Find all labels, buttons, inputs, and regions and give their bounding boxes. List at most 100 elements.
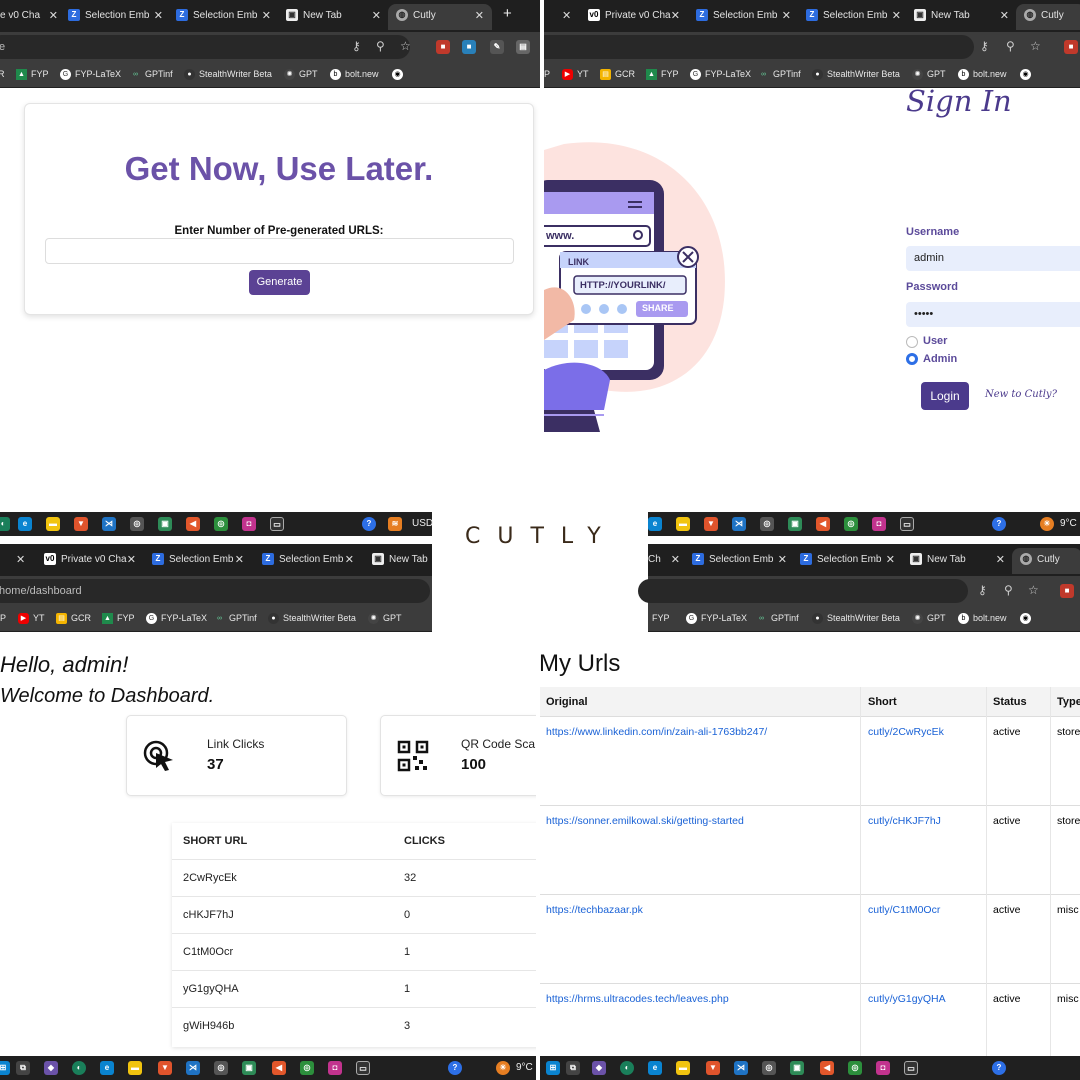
close-icon[interactable]: ✕ (262, 4, 271, 28)
short-url-link[interactable]: cutly/C1tM0Ocr (868, 904, 940, 916)
original-url-link[interactable]: https://www.linkedin.com/in/zain-ali-176… (546, 726, 767, 738)
bookmark[interactable]: ▤ GCR (56, 612, 91, 625)
bookmark[interactable]: ✺ GPT (912, 68, 946, 81)
brave-icon[interactable]: ▼ (706, 1061, 720, 1075)
edge-icon[interactable]: e (18, 517, 32, 531)
close-icon[interactable]: ✕ (127, 548, 136, 572)
extension-icon[interactable]: ■ (1060, 584, 1074, 598)
file-explorer-icon[interactable]: ▬ (128, 1061, 142, 1075)
app-icon[interactable]: ◀ (816, 517, 830, 531)
star-icon[interactable]: ☆ (400, 40, 411, 52)
browser-tab[interactable]: ▣ New Tab ✕ (286, 4, 381, 30)
vscode-icon[interactable]: ⋊ (102, 517, 116, 531)
file-explorer-icon[interactable]: ▬ (676, 1061, 690, 1075)
bookmark[interactable]: b bolt.new (330, 68, 379, 81)
star-icon[interactable]: ☆ (1028, 584, 1039, 596)
app-icon[interactable]: ◆ (592, 1061, 606, 1075)
username-input[interactable]: admin (906, 246, 1080, 271)
table-row[interactable]: gWiH946b 3 (172, 1007, 536, 1044)
chrome-icon[interactable]: ◎ (214, 517, 228, 531)
chrome-icon[interactable]: ◎ (760, 517, 774, 531)
url-field[interactable] (544, 35, 974, 59)
browser-tab[interactable]: Z Selection Emb ✕ (800, 548, 895, 574)
bookmark[interactable]: ✺ GPT (284, 68, 318, 81)
password-input[interactable]: ••••• (906, 302, 1080, 327)
close-icon[interactable]: ✕ (345, 548, 354, 572)
browser-tab[interactable]: ▣ New Tab ✕ (914, 4, 1009, 30)
browser-tab-active[interactable]: ◍ Cutly ✕ (388, 4, 492, 30)
zoom-icon[interactable]: ⚲ (1004, 584, 1013, 596)
app-icon[interactable]: ▣ (158, 517, 172, 531)
browser-tab[interactable]: Z Selection Emb ✕ (806, 4, 901, 30)
browser-tab[interactable]: v0 Private v0 Cha ✕ (44, 548, 136, 574)
app-icon[interactable]: ◀ (272, 1061, 286, 1075)
app-icon[interactable]: ◀ (820, 1061, 834, 1075)
browser-tab[interactable]: Z Selection Emb ✕ (176, 4, 271, 30)
vscode-icon[interactable]: ⋊ (732, 517, 746, 531)
app-icon[interactable]: ▣ (242, 1061, 256, 1075)
instagram-icon[interactable]: ◘ (242, 517, 256, 531)
generate-button[interactable]: Generate (249, 270, 310, 295)
chrome-icon[interactable]: ◎ (848, 1061, 862, 1075)
chrome-icon[interactable]: ◎ (762, 1061, 776, 1075)
instagram-icon[interactable]: ◘ (876, 1061, 890, 1075)
vscode-icon[interactable]: ⋊ (186, 1061, 200, 1075)
browser-tab-active[interactable]: ◍ Cutly (1012, 548, 1080, 574)
extensions-puzzle-icon[interactable]: ✎ (490, 40, 504, 54)
close-icon[interactable]: ✕ (1000, 4, 1009, 28)
help-icon[interactable]: ? (992, 517, 1006, 531)
help-icon[interactable]: ? (992, 1061, 1006, 1075)
edge-icon[interactable]: e (100, 1061, 114, 1075)
bookmark[interactable]: ∞ GPTinf (756, 612, 799, 624)
short-url-link[interactable]: cutly/yG1gyQHA (868, 993, 946, 1005)
login-button[interactable]: Login (921, 382, 969, 410)
browser-tab[interactable]: v0 Private v0 Cha ✕ (588, 4, 680, 30)
edge-icon[interactable]: e (648, 1061, 662, 1075)
terminal-icon[interactable]: ▭ (356, 1061, 370, 1075)
bookmark[interactable]: ● StealthWriter Beta (812, 68, 900, 81)
short-url-link[interactable]: cutly/2CwRycEk (868, 726, 944, 738)
github-icon[interactable]: ◉ (1020, 68, 1035, 81)
github-icon[interactable]: ◉ (392, 68, 407, 81)
app-icon[interactable]: ◀ (186, 517, 200, 531)
close-icon[interactable]: ✕ (475, 4, 484, 28)
instagram-icon[interactable]: ◘ (872, 517, 886, 531)
bookmark[interactable]: b bolt.new (958, 68, 1007, 81)
help-icon[interactable]: ? (362, 517, 376, 531)
bookmark[interactable]: ● StealthWriter Beta (268, 612, 356, 625)
file-explorer-icon[interactable]: ▬ (676, 517, 690, 531)
bookmark[interactable]: P (544, 68, 550, 80)
chrome-icon[interactable]: ◎ (844, 517, 858, 531)
extension-icon[interactable]: ■ (1064, 40, 1078, 54)
whatsapp-icon[interactable]: ◐ (0, 517, 10, 531)
close-icon[interactable]: ✕ (778, 548, 787, 572)
bookmark[interactable]: ✺ GPT (912, 612, 946, 625)
bookmark[interactable]: ∞ GPTinf (130, 68, 173, 80)
close-icon[interactable]: ✕ (372, 4, 381, 28)
bookmark[interactable]: ▲ FYP (102, 612, 135, 625)
terminal-icon[interactable]: ▭ (270, 517, 284, 531)
close-icon[interactable]: ✕ (782, 4, 791, 28)
browser-tab-active[interactable]: ◍ Cutly (1016, 4, 1080, 30)
url-field[interactable] (638, 579, 968, 603)
browser-tab[interactable]: Z Selection Emb ✕ (152, 548, 244, 574)
file-explorer-icon[interactable]: ▬ (46, 517, 60, 531)
bookmark[interactable]: ▶ YT (562, 68, 589, 81)
bookmark[interactable]: P (0, 612, 6, 624)
browser-tab[interactable]: ✕ (544, 4, 572, 30)
chrome-icon[interactable]: ◎ (300, 1061, 314, 1075)
bookmark[interactable]: ▤ GCR (600, 68, 635, 81)
close-icon[interactable]: ✕ (154, 4, 163, 28)
original-url-link[interactable]: https://sonner.emilkowal.ski/getting-sta… (546, 815, 744, 827)
table-row[interactable]: 2CwRycEk 32 (172, 859, 536, 896)
star-icon[interactable]: ☆ (1030, 40, 1041, 52)
new-tab-plus-icon[interactable]: + (503, 5, 512, 22)
browser-tab[interactable]: Z Selection Emb ✕ (262, 548, 354, 574)
original-url-link[interactable]: https://hrms.ultracodes.tech/leaves.php (546, 993, 729, 1005)
bookmark[interactable]: G FYP-LaTeX (690, 68, 751, 81)
terminal-icon[interactable]: ▭ (904, 1061, 918, 1075)
url-field[interactable]: te (0, 35, 410, 59)
windows-start-icon[interactable]: ⊞ (546, 1061, 560, 1075)
chrome-icon[interactable]: ◎ (130, 517, 144, 531)
whatsapp-icon[interactable]: ◐ (620, 1061, 634, 1075)
